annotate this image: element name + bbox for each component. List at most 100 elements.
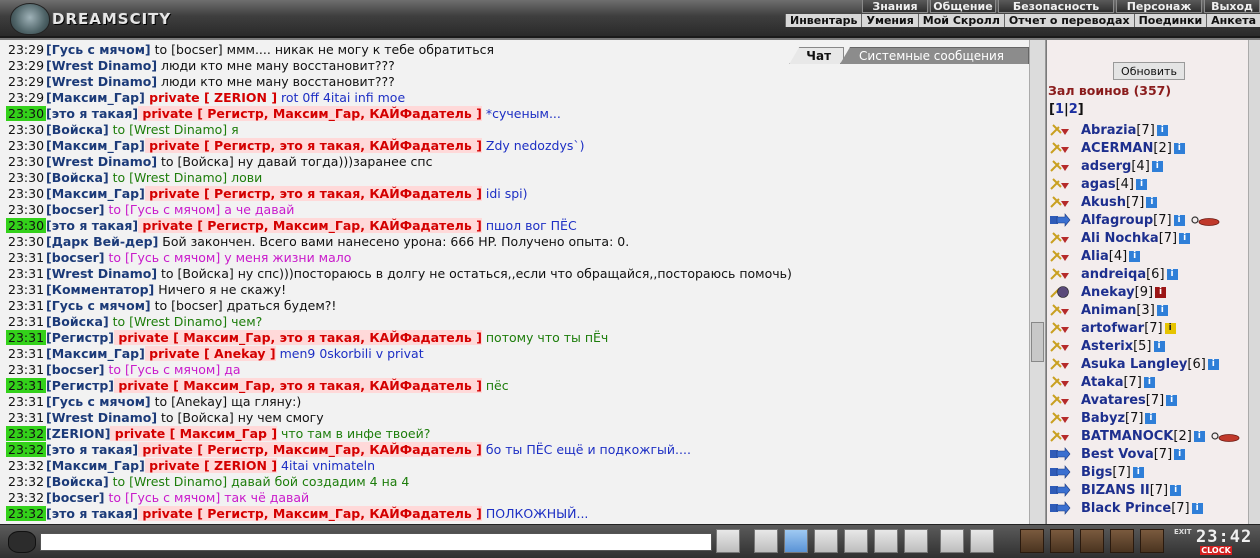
player-item[interactable]: Black Prince [7] i	[1049, 499, 1249, 517]
settings-icon[interactable]	[904, 529, 928, 553]
chat-nick[interactable]: [Гусь с мячом]	[46, 42, 151, 57]
player-name[interactable]: Ali Nochka	[1081, 231, 1159, 246]
fight-sword-icon[interactable]	[1049, 249, 1071, 263]
tab-system-messages[interactable]: Системные сообщения	[840, 47, 1029, 64]
player-info-icon[interactable]: i	[1132, 466, 1144, 478]
fight-sword-icon[interactable]	[1049, 303, 1071, 317]
send-icon[interactable]	[716, 529, 740, 553]
page-1-link[interactable]: 1	[1055, 102, 1064, 117]
chat-nick[interactable]: [bocser]	[46, 362, 104, 377]
sub-nav-profile[interactable]: Анкета	[1206, 14, 1260, 27]
nav-character[interactable]: Персонаж	[1116, 0, 1202, 13]
player-info-icon[interactable]: i	[1155, 286, 1167, 298]
nav-security[interactable]: Безопасность	[998, 0, 1114, 13]
fight-sword-icon[interactable]	[1049, 375, 1071, 389]
chat-nick[interactable]: [Максим_Гар]	[46, 138, 145, 153]
player-info-icon[interactable]: i	[1193, 430, 1205, 442]
action-3-icon[interactable]	[1080, 529, 1104, 553]
slash-icon[interactable]	[874, 529, 898, 553]
save-icon[interactable]	[814, 529, 838, 553]
chat-nick[interactable]: [Максим_Гар]	[46, 90, 145, 105]
player-info-icon[interactable]: i	[1173, 214, 1185, 226]
nav-exit[interactable]: Выход	[1204, 0, 1260, 13]
fighter-icon[interactable]	[844, 529, 868, 553]
fight-sword-icon[interactable]	[1049, 231, 1071, 245]
player-name[interactable]: Animan	[1081, 303, 1136, 318]
player-info-icon[interactable]: i	[1153, 340, 1165, 352]
player-item[interactable]: Ataka [7] i	[1049, 373, 1249, 391]
player-info-icon[interactable]: i	[1166, 394, 1178, 406]
player-item[interactable]: Alfagroup [7] i	[1049, 211, 1249, 229]
player-item[interactable]: Babyz [7] i	[1049, 409, 1249, 427]
fight-sword-icon[interactable]	[1049, 195, 1071, 209]
tab-chat[interactable]: Чат	[789, 47, 845, 64]
filter-icon[interactable]	[784, 529, 808, 553]
nav-communication[interactable]: Общение	[930, 0, 996, 13]
fight-sword-icon[interactable]	[1049, 339, 1071, 353]
chat-nick[interactable]: [Войска]	[46, 314, 109, 329]
player-info-icon[interactable]: i	[1156, 304, 1168, 316]
chat-nick[interactable]: [Максим_Гар]	[46, 346, 145, 361]
chat-nick[interactable]: [это я такая]	[46, 106, 138, 121]
panel-scrollbar[interactable]	[1248, 40, 1260, 524]
chat-nick[interactable]: [Регистр]	[46, 330, 114, 345]
player-info-icon[interactable]: i	[1156, 124, 1168, 136]
fight-sword-icon[interactable]	[1049, 393, 1071, 407]
chat-nick[interactable]: [это я такая]	[46, 442, 138, 457]
chat-scrollbar[interactable]	[1029, 40, 1045, 524]
sub-nav-transfer-report[interactable]: Отчет о переводах	[1003, 14, 1134, 27]
nav-knowledge[interactable]: Знания	[862, 0, 928, 13]
exit-label[interactable]: EXIT	[1174, 528, 1192, 536]
chat-nick[interactable]: [Wrest Dinamo]	[46, 154, 157, 169]
transfer-arrow-icon[interactable]	[1049, 501, 1071, 515]
sub-nav-skills[interactable]: Умения	[861, 14, 917, 27]
fight-sword-icon[interactable]	[1049, 357, 1071, 371]
player-item[interactable]: Avatares [7] i	[1049, 391, 1249, 409]
player-name[interactable]: Black Prince	[1081, 501, 1171, 516]
chat-nick[interactable]: [Войска]	[46, 122, 109, 137]
smiley-icon[interactable]	[940, 529, 964, 553]
chat-nick[interactable]: [Регистр]	[46, 378, 114, 393]
player-info-icon[interactable]: i	[1173, 142, 1185, 154]
player-item[interactable]: Akush [7] i	[1049, 193, 1249, 211]
player-name[interactable]: agas	[1081, 177, 1116, 192]
player-info-icon[interactable]: i	[1151, 160, 1163, 172]
player-info-icon[interactable]: i	[1179, 232, 1191, 244]
chat-nick[interactable]: [это я такая]	[46, 506, 138, 521]
player-info-icon[interactable]: i	[1129, 250, 1141, 262]
chat-nick[interactable]: [ZERION]	[46, 426, 110, 441]
player-info-icon[interactable]: i	[1146, 196, 1158, 208]
player-info-icon[interactable]: i	[1164, 322, 1176, 334]
transfer-arrow-icon[interactable]	[1049, 447, 1071, 461]
player-info-icon[interactable]: i	[1191, 502, 1203, 514]
fight-sword-icon[interactable]	[1049, 321, 1071, 335]
player-name[interactable]: Avatares	[1081, 393, 1146, 408]
chat-nick[interactable]: [bocser]	[46, 250, 104, 265]
chat-input[interactable]	[40, 533, 712, 551]
fight-sword-icon[interactable]	[1049, 177, 1071, 191]
player-name[interactable]: Asterix	[1081, 339, 1133, 354]
player-info-icon[interactable]: i	[1143, 376, 1155, 388]
player-item[interactable]: Ali Nochka [7] i	[1049, 229, 1249, 247]
sub-nav-inventory[interactable]: Инвентарь	[785, 14, 861, 27]
player-info-icon[interactable]: i	[1170, 484, 1182, 496]
player-item[interactable]: Animan [3] i	[1049, 301, 1249, 319]
fight-sword-icon[interactable]	[1049, 159, 1071, 173]
chat-avatar-icon[interactable]	[8, 531, 36, 553]
chat-nick[interactable]: [bocser]	[46, 202, 104, 217]
action-4-icon[interactable]	[1110, 529, 1134, 553]
player-info-icon[interactable]: i	[1174, 448, 1186, 460]
page-2-link[interactable]: 2	[1069, 102, 1078, 117]
player-item[interactable]: Best Vova [7] i	[1049, 445, 1249, 463]
chat-nick[interactable]: [Войска]	[46, 170, 109, 185]
player-name[interactable]: BIZANS II	[1081, 483, 1150, 498]
player-info-icon[interactable]: i	[1207, 358, 1219, 370]
player-name[interactable]: Abrazia	[1081, 123, 1136, 138]
player-item[interactable]: BATMANOCK [2] i	[1049, 427, 1249, 445]
transfer-arrow-icon[interactable]	[1049, 483, 1071, 497]
player-item[interactable]: andreiqa [6] i	[1049, 265, 1249, 283]
eraser-icon[interactable]	[754, 529, 778, 553]
player-item[interactable]: Asterix [5] i	[1049, 337, 1249, 355]
action-1-icon[interactable]	[1020, 529, 1044, 553]
player-name[interactable]: andreiqa	[1081, 267, 1146, 282]
